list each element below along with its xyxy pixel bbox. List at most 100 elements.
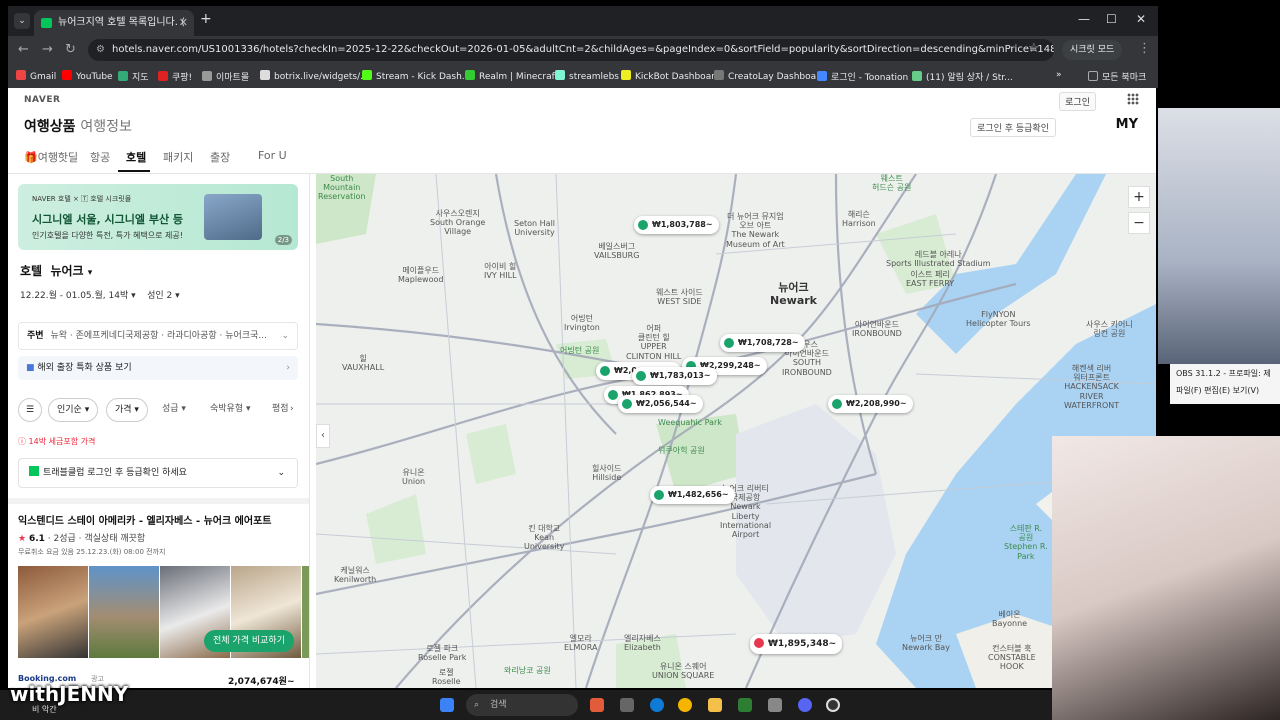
minimize-icon[interactable]: — [1078,12,1090,26]
zoom-out-button[interactable]: − [1128,212,1150,234]
chrome-icon[interactable] [678,698,692,712]
edge-icon[interactable] [650,698,664,712]
bookmark-emart[interactable]: 이마트몰 [202,70,249,83]
bookmark-gmail[interactable]: Gmail [16,70,56,82]
hotel-price-pin-selected[interactable]: ₩1,895,348~ [750,634,843,654]
tab-for-u[interactable]: For U [258,149,287,162]
hotel-grade: 2성급 · 객실상태 깨끗함 [53,534,146,544]
hotel-photo[interactable] [89,566,159,658]
service-title-sub[interactable]: 여행정보 [80,119,132,135]
tab-flight[interactable]: 항공 [90,149,110,165]
taskbar-search[interactable]: ⌕ 검색 [466,694,578,716]
active-tab-indicator [118,170,150,172]
windows-start-icon[interactable] [440,698,454,712]
chevron-down-icon: ▾ [87,268,93,278]
naver-logo[interactable]: NAVER [24,95,60,105]
bookmark-alertbox[interactable]: (11) 알림 상자 / Str... [912,70,1013,83]
file-explorer-icon[interactable] [708,698,722,712]
close-tab-icon[interactable]: ✕ [179,10,188,36]
close-window-icon[interactable]: ✕ [1136,12,1146,26]
map-label: 사우스 키어니 링컨 공원 [1086,320,1133,339]
hotel-price-pin[interactable]: ₩1,482,656~ [650,486,735,504]
tab-hot-deal[interactable]: 🎁여행핫딜 [24,149,78,165]
bookmark-botrix[interactable]: botrix.live/widgets/... [260,70,369,82]
hotel-price[interactable]: 2,074,674원~ [228,674,295,687]
hotel-name[interactable]: 익스텐디드 스테이 아메리카 - 엘리자베스 - 뉴어크 에어포트 [18,512,271,527]
collapse-panel-icon[interactable]: ‹ [316,424,330,448]
my-menu[interactable]: MY [1116,117,1138,132]
map-label: 이스트 페리 EAST FERRY [906,270,955,289]
task-view-icon[interactable] [620,698,634,712]
address-bar[interactable]: ⚙ hotels.naver.com/US1001336/hotels?chec… [88,39,1054,61]
hotel-photo[interactable] [302,566,309,658]
filter-settings-icon[interactable]: ☰ [18,398,42,422]
tab-package[interactable]: 패키지 [163,149,193,165]
back-icon[interactable]: ← [18,42,29,57]
nearby-items: 뉴왁 · 존에프케네디국제공항 · 라과디아공항 · 뉴어크국... [50,331,267,341]
bookmark-creatolay[interactable]: CreatoLay Dashboa... [714,70,825,82]
layers-app-icon[interactable] [768,698,782,712]
location-selector[interactable]: 호텔 뉴어크 ▾ [20,262,92,279]
page-content: NAVER 로그인 여행상품 여행정보 로그인 후 등급확인 MY 🎁여행핫딜 … [8,88,1156,688]
new-tab-icon[interactable]: + [200,11,212,27]
tab-hotel[interactable]: 호텔 [126,149,146,165]
hotel-rating-row: ★ 6.1 · 2성급 · 객실상태 깨끗함 [18,534,146,544]
site-info-icon[interactable]: ⚙ [96,39,105,61]
more-menu-icon[interactable]: ⋮ [1138,41,1151,56]
star-grade-filter-chip[interactable]: 성급 ▾ [154,398,194,422]
browser-window: ⌄ 뉴어크지역 호텔 목록입니다. ( ✕ + — ☐ ✕ ← → ↻ ⚙ ho… [8,6,1158,88]
travel-club-login[interactable]: 트래블클럽 로그인 후 등급확인 하세요 ⌄ [18,458,298,488]
bookmark-kickbot[interactable]: KickBot Dashboard [621,70,720,82]
sort-popularity-chip[interactable]: 인기순 ▾ [48,398,99,422]
price-filter-chip[interactable]: 가격 ▾ [106,398,148,422]
forward-icon[interactable]: → [42,42,53,57]
reload-icon[interactable]: ↻ [65,42,76,57]
map-view[interactable]: ‹ + − South Mountain Reservation 사우스오렌지 Sou… [316,174,1156,688]
guest-count[interactable]: 성인 2 [147,291,172,301]
apps-grid-icon[interactable] [1127,93,1139,105]
banner-image [204,194,262,240]
bookmark-toonation[interactable]: 로그인 - Toonation [817,70,908,83]
map-label: 힐사이드 Hillside [592,464,622,483]
service-title[interactable]: 여행상품 여행정보 [24,116,132,136]
hotel-price-pin[interactable]: ₩2,208,990~ [828,395,913,413]
discord-icon[interactable] [798,698,812,712]
obs-icon[interactable] [826,698,840,712]
hotel-price-pin[interactable]: ₩1,803,788~ [634,216,719,234]
bookmark-realm[interactable]: Realm | Minecraft [465,70,558,82]
bookmark-overflow-icon[interactable]: » [1056,70,1062,80]
date-range[interactable]: 12.22.월 - 01.05.월, 14박 [20,291,128,301]
bookmark-streamlabs[interactable]: streamlebs [555,70,619,82]
compare-prices-button[interactable]: 전체 가격 비교하기 [204,630,294,652]
tab-business-trip[interactable]: 출장 [210,149,230,165]
zoom-in-button[interactable]: + [1128,186,1150,208]
promo-banner[interactable]: NAVER 호텔 × 🅃 호텔 시크릿몰 시그니엘 서울, 시그니엘 부산 등 … [18,184,298,250]
hotel-price-pin[interactable]: ₩1,783,013~ [632,367,717,385]
stay-type-filter-chip[interactable]: 숙박유형 ▾ [202,398,259,422]
bookmark-youtube[interactable]: YouTube [62,70,113,82]
widget-icon[interactable] [590,698,604,712]
hotel-price-pin[interactable]: ₩1,708,728~ [720,334,805,352]
filter-scroll-right-icon[interactable]: › [288,398,296,422]
maximize-icon[interactable]: ☐ [1106,12,1117,26]
map-label: 웨스트 사이드 WEST SIDE [656,288,703,307]
nearby-places[interactable]: 주변 뉴왁 · 존에프케네디국제공항 · 라과디아공항 · 뉴어크국... ⌄ [18,322,298,350]
browser-toolbar: ← → ↻ ⚙ hotels.naver.com/US1001336/hotel… [8,36,1158,64]
grade-check-button[interactable]: 로그인 후 등급확인 [970,118,1056,137]
login-button[interactable]: 로그인 [1059,92,1096,111]
incognito-badge[interactable]: 시크릿 모드 [1062,40,1123,60]
incognito-label: 시크릿 모드 [1070,45,1115,55]
tab-search-icon[interactable]: ⌄ [14,13,30,29]
bookmark-kick[interactable]: Stream - Kick Dash... [362,70,470,82]
overseas-trip-link[interactable]: ■ 해외 출장 특화 상품 보기 › [18,356,298,380]
browser-tab[interactable]: 뉴어크지역 호텔 목록입니다. ( ✕ [34,10,194,36]
map-label: 아이비 힐 IVY HILL [484,262,517,281]
bookmark-star-icon[interactable]: ☆ [1028,41,1040,56]
kick-app-icon[interactable] [738,698,752,712]
obs-menu[interactable]: 파일(F) 편집(E) 보기(V) [1170,383,1280,398]
hotel-photo[interactable] [18,566,88,658]
hotel-price-pin[interactable]: ₩2,056,544~ [618,395,703,413]
bookmark-map[interactable]: 지도 [118,70,149,83]
bookmark-coupang[interactable]: 쿠팡! [158,70,192,83]
all-bookmarks[interactable]: 모든 북마크 [1088,70,1146,83]
